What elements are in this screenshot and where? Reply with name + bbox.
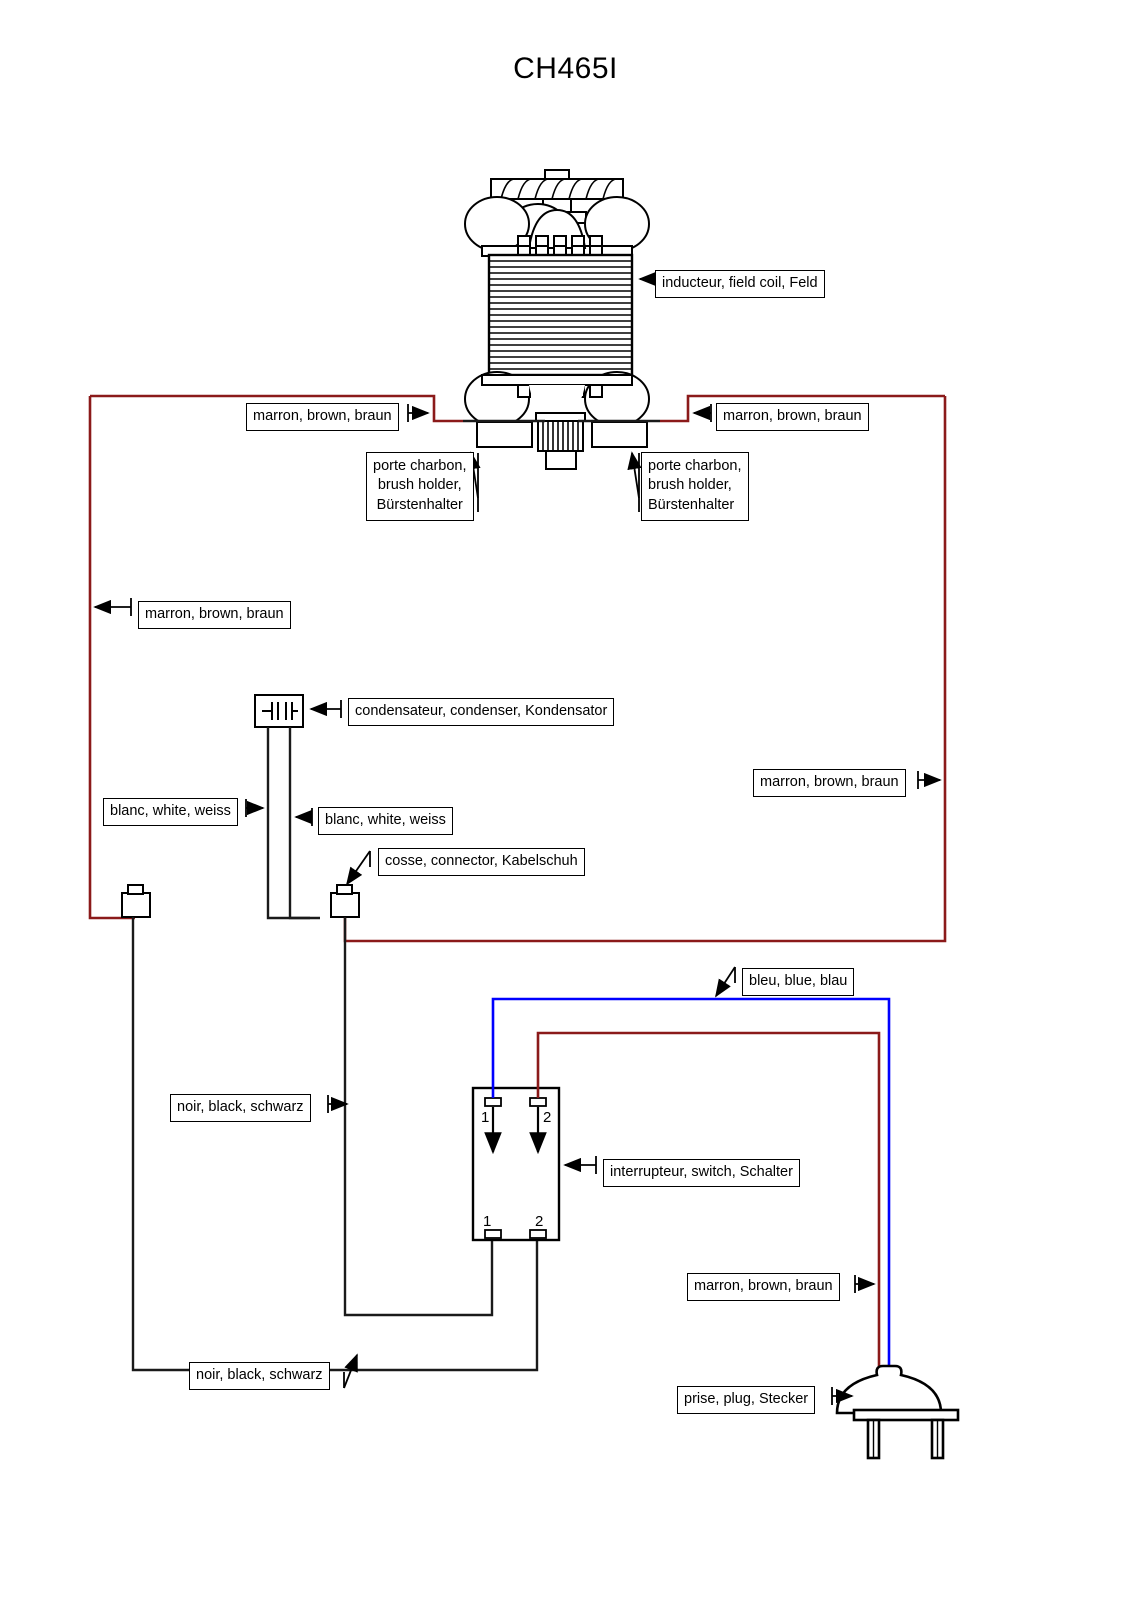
- switch-terminal-bottom-1: 1: [483, 1213, 491, 1230]
- connector-left: [121, 884, 151, 918]
- label-brown-cord: marron, brown, braun: [687, 1273, 840, 1302]
- brush-holder-right: [591, 421, 648, 448]
- switch-terminal-top-2: 2: [543, 1109, 551, 1126]
- brush-holder-left: [476, 421, 533, 448]
- label-brown-right-loop: marron, brown, braun: [753, 769, 906, 798]
- wire-brown-cord: [536, 1031, 881, 1372]
- label-white-right: blanc, white, weiss: [318, 807, 453, 836]
- label-brush-holder-right: porte charbon, brush holder, Bürstenhalt…: [641, 452, 749, 521]
- label-plug: prise, plug, Stecker: [677, 1386, 816, 1415]
- label-switch: interrupteur, switch, Schalter: [603, 1159, 800, 1188]
- label-field-coil: inducteur, field coil, Feld: [655, 270, 825, 299]
- label-connector: cosse, connector, Kabelschuh: [378, 848, 585, 877]
- switch-terminal-top-1: 1: [481, 1109, 489, 1126]
- label-blue-cord: bleu, blue, blau: [742, 968, 855, 997]
- connector-right: [330, 884, 360, 918]
- label-brown-left-loop: marron, brown, braun: [138, 601, 291, 630]
- label-black-switch: noir, black, schwarz: [170, 1094, 311, 1123]
- label-brown-right-motor: marron, brown, braun: [716, 403, 869, 432]
- label-black-bottom: noir, black, schwarz: [189, 1362, 330, 1391]
- label-capacitor: condensateur, condenser, Kondensator: [348, 698, 615, 727]
- label-white-left: blanc, white, weiss: [103, 798, 238, 827]
- capacitor: [254, 694, 304, 728]
- diagram-canvas: CH465I 1 2 1 2 inducteur, field coil, Fe…: [0, 0, 1131, 1600]
- label-brush-holder-left: porte charbon, brush holder, Bürstenhalt…: [366, 452, 474, 521]
- plug: [835, 1364, 960, 1460]
- switch-terminal-bottom-2: 2: [535, 1213, 543, 1230]
- label-brown-left-motor: marron, brown, braun: [246, 403, 399, 432]
